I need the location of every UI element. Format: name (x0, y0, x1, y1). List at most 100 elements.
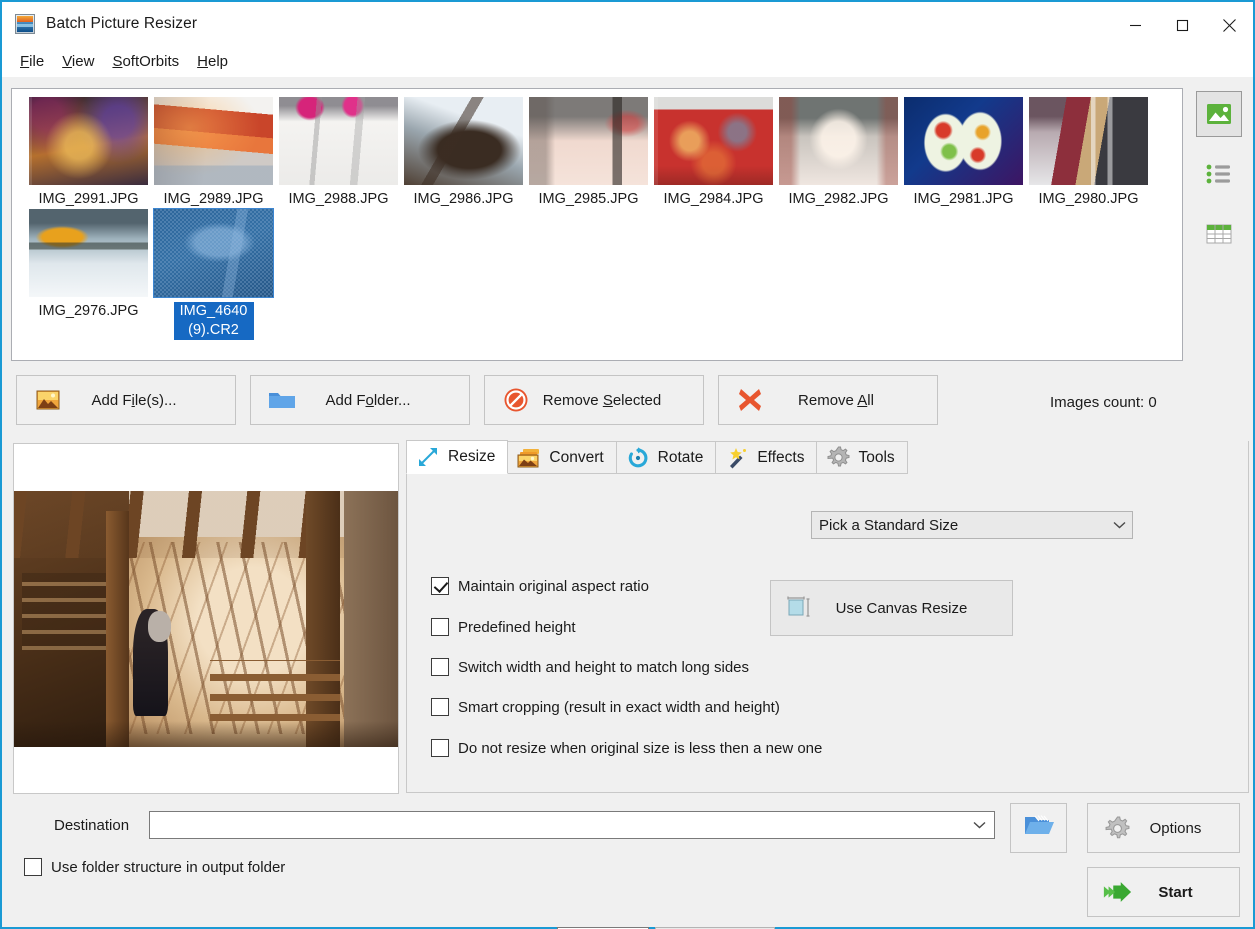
list-item[interactable]: IMG_2982.JPG (776, 97, 901, 209)
checkbox-smart-cropping[interactable]: Smart cropping (result in exact width an… (431, 698, 780, 716)
list-item[interactable]: IMG_2991.JPG (26, 97, 151, 209)
checkbox-box[interactable] (431, 577, 449, 595)
maximize-icon[interactable] (1159, 2, 1206, 48)
checkbox-maintain-aspect-ratio[interactable]: Maintain original aspect ratio (431, 577, 649, 595)
tab-tools[interactable]: Tools (816, 441, 908, 474)
thumbnail-view-icon[interactable] (1196, 91, 1242, 137)
tab-convert-label: Convert (549, 448, 604, 466)
list-item[interactable]: IMG_2981.JPG (901, 97, 1026, 209)
options-label: Options (1149, 819, 1202, 837)
thumbnail-image (1029, 97, 1148, 185)
checkbox-label: Switch width and height to match long si… (458, 658, 749, 676)
preview-pane (13, 443, 399, 794)
checkbox-label: Use folder structure in output folder (51, 858, 286, 876)
thumbnail-grid: IMG_2991.JPG IMG_2989.JPG IMG_2988.JPG I… (12, 89, 1182, 340)
list-view-icon[interactable] (1196, 151, 1242, 197)
standard-size-value: Pick a Standard Size (819, 516, 959, 534)
view-mode-bar (1196, 91, 1246, 271)
checkbox-label: Maintain original aspect ratio (458, 577, 649, 595)
tab-resize-label: Resize (448, 448, 496, 465)
file-name-label: IMG_2989.JPG (163, 191, 264, 207)
red-x-icon (735, 385, 765, 415)
thumbnail-image (904, 97, 1023, 185)
folder-icon (267, 385, 297, 415)
thumbnail-image (279, 97, 398, 185)
tab-tools-label: Tools (858, 448, 895, 466)
start-button[interactable]: Start (1087, 867, 1240, 917)
checkbox-box[interactable] (431, 618, 449, 636)
add-folder-label: Add Folder... (325, 391, 411, 409)
menu-bar: File View SoftOrbits Help (2, 46, 1253, 77)
file-list-panel[interactable]: IMG_2991.JPG IMG_2989.JPG IMG_2988.JPG I… (11, 88, 1183, 361)
checkbox-box[interactable] (431, 658, 449, 676)
list-item-selected[interactable]: IMG_4640 (9).CR2 (151, 208, 276, 340)
file-name-label: IMG_2984.JPG (663, 191, 764, 207)
checkbox-use-folder-structure[interactable]: Use folder structure in output folder (24, 858, 285, 876)
chevron-down-icon[interactable] (966, 821, 992, 829)
checkbox-box[interactable] (431, 739, 449, 757)
open-folder-icon (1023, 813, 1055, 844)
checkbox-label: Do not resize when original size is less… (458, 739, 823, 757)
remove-all-button[interactable]: Remove All (718, 375, 938, 425)
menu-softorbits[interactable]: SoftOrbits (103, 51, 188, 72)
green-arrow-icon (1102, 879, 1132, 905)
convert-image-icon (516, 446, 542, 470)
list-item[interactable]: IMG_2989.JPG (151, 97, 276, 209)
browse-destination-button[interactable] (1010, 803, 1067, 853)
tab-rotate-label: Rotate (657, 448, 704, 466)
tab-rotate[interactable]: Rotate (615, 441, 717, 474)
thumbnail-image (154, 97, 273, 185)
thumbnail-image (153, 208, 274, 298)
add-folder-button[interactable]: Add Folder... (250, 375, 470, 425)
no-entry-icon (501, 385, 531, 415)
remove-selected-button[interactable]: Remove Selected (484, 375, 704, 425)
tab-resize[interactable]: Resize (406, 440, 509, 474)
list-item[interactable]: IMG_2986.JPG (401, 97, 526, 209)
tab-convert[interactable]: Convert (507, 441, 617, 474)
use-canvas-resize-button[interactable]: Use Canvas Resize (770, 580, 1013, 636)
gear-icon (1102, 815, 1132, 841)
file-name-label: IMG_2986.JPG (413, 191, 514, 207)
thumbnail-image (779, 97, 898, 185)
close-icon[interactable] (1206, 2, 1253, 48)
file-name-label: IMG_2981.JPG (913, 191, 1014, 207)
thumbnail-image (654, 97, 773, 185)
add-files-label: Add File(s)... (91, 391, 177, 409)
rotate-arrow-icon (625, 446, 651, 470)
file-name-label: IMG_2982.JPG (788, 191, 889, 207)
tab-effects[interactable]: Effects (715, 441, 818, 474)
checkbox-switch-width-height[interactable]: Switch width and height to match long si… (431, 658, 749, 676)
destination-label: Destination (54, 817, 130, 834)
list-item[interactable]: IMG_2980.JPG (1026, 97, 1151, 209)
window-title: Batch Picture Resizer (46, 15, 198, 32)
details-view-icon[interactable] (1196, 211, 1242, 257)
checkbox-box[interactable] (431, 698, 449, 716)
thumbnail-image (29, 97, 148, 185)
options-button[interactable]: Options (1087, 803, 1240, 853)
checkbox-predefined-height[interactable]: Predefined height (431, 618, 576, 636)
menu-file[interactable]: File (11, 51, 53, 72)
checkbox-label: Predefined height (458, 618, 576, 636)
gear-icon (825, 446, 851, 470)
standard-size-select[interactable]: Pick a Standard Size (811, 511, 1133, 539)
list-item[interactable]: IMG_2988.JPG (276, 97, 401, 209)
app-icon (15, 14, 35, 34)
chevron-down-icon (1106, 521, 1132, 529)
menu-help[interactable]: Help (188, 51, 237, 72)
tab-strip: Resize Convert Rotate Effects Tools (406, 440, 1249, 474)
list-item[interactable]: IMG_2976.JPG (26, 209, 151, 340)
list-item[interactable]: IMG_2985.JPG (526, 97, 651, 209)
list-item[interactable]: IMG_2984.JPG (651, 97, 776, 209)
checkbox-do-not-resize[interactable]: Do not resize when original size is less… (431, 739, 822, 757)
application-window: Batch Picture Resizer File View SoftOrbi… (0, 0, 1255, 929)
images-count-label: Images count: 0 (1050, 394, 1157, 411)
destination-input[interactable] (149, 811, 995, 839)
title-bar: Batch Picture Resizer (2, 0, 1253, 46)
menu-view[interactable]: View (53, 51, 103, 72)
thumbnail-image (529, 97, 648, 185)
minimize-icon[interactable] (1112, 2, 1159, 48)
start-label: Start (1158, 883, 1193, 901)
add-files-button[interactable]: Add File(s)... (16, 375, 236, 425)
checkbox-box[interactable] (24, 858, 42, 876)
checkbox-label: Smart cropping (result in exact width an… (458, 698, 780, 716)
